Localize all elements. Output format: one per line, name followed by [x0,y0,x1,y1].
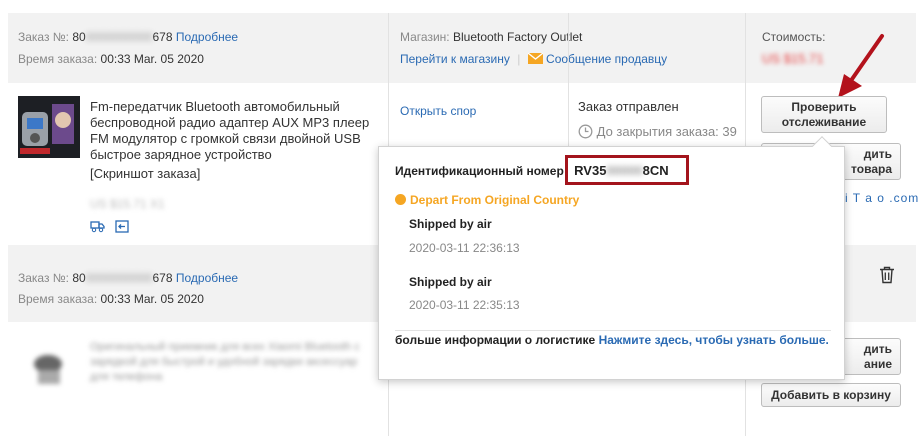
order-number-prefix: 80 [72,30,86,44]
annotation-arrow-icon [838,34,884,98]
cost-value: US $15.71 [762,51,824,66]
product-image[interactable] [18,338,82,398]
open-dispute-link[interactable]: Открыть спор [400,104,476,118]
tracking-highlight-box [565,155,689,185]
order-screenshot-link[interactable]: [Скриншот заказа] [90,166,200,181]
product-price-quantity: US $15.71 X1 [90,197,165,211]
message-seller-link[interactable]: Сообщение продавцу [546,52,667,66]
order-time-label: Время заказа: [18,52,98,66]
tracking-event-time: 2020-03-11 22:35:13 [409,298,520,312]
status-dot-icon [395,194,406,205]
confirm-button-line2: ание [864,357,892,371]
confirm-button-line1: дить [863,342,892,356]
track-order-button[interactable]: Проверить отслеживание [761,96,887,133]
more-info-link[interactable]: Нажмите здесь, чтобы узнать больше. [599,333,829,347]
add-to-cart-button[interactable]: Добавить в корзину [761,383,901,407]
order-time-value: 00:33 Mar. 05 2020 [100,292,204,306]
order-number: Заказ №: 800000000000678 Подробнее [18,30,238,44]
order-number-hidden: 0000000000 [85,30,153,44]
brand-snippet: i T a o .com [845,191,920,205]
product-title[interactable]: Оригинальный приемник для всех Xiaomi Bl… [90,340,370,385]
shipment-status: Depart From Original Country [395,193,579,207]
product-image[interactable] [18,96,80,158]
confirm-button-line1: дить [863,147,892,161]
order-header [8,13,916,83]
return-icon[interactable] [115,220,130,236]
product-title[interactable]: Fm-передатчик Bluetooth автомобильный бе… [90,99,384,163]
order-number-suffix: 678 [152,271,173,285]
order-number-prefix: 80 [72,271,86,285]
tracking-event-title: Shipped by air [409,275,492,289]
order-time: Время заказа: 00:33 Mar. 05 2020 [18,292,204,306]
tracking-number-label: Идентификационный номер: [395,164,568,178]
popup-divider [395,330,831,331]
countdown: До закрытия заказа: 39 [578,124,744,142]
store-separator: | [517,52,521,66]
countdown-text: До закрытия заказа: 39 [596,124,737,139]
store-actions: Перейти к магазину | Сообщение продавцу [400,52,667,66]
trash-icon[interactable] [879,266,895,287]
store-label: Магазин: [400,30,450,44]
clock-icon [578,124,593,142]
confirm-button-line2: товара [851,162,892,176]
tracking-event-title: Shipped by air [409,217,492,231]
more-info-label: больше информации о логистике [395,333,596,347]
order-time-label: Время заказа: [18,292,98,306]
go-to-store-link[interactable]: Перейти к магазину [400,52,510,66]
order-status: Заказ отправлен [578,99,679,114]
store-name: Bluetooth Factory Outlet [452,30,583,44]
shipment-status-text: Depart From Original Country [410,193,580,207]
order-time: Время заказа: 00:33 Mar. 05 2020 [18,52,204,66]
store-info: Магазин: Bluetooth Factory Outlet [400,30,582,44]
delivery-truck-icon[interactable] [90,220,105,236]
cost-label: Стоимость: [762,30,826,44]
order-number-hidden: 0000000000 [85,271,153,285]
tracking-event-time: 2020-03-11 22:36:13 [409,241,520,255]
order-details-link[interactable]: Подробнее [176,271,238,285]
order-time-value: 00:33 Mar. 05 2020 [100,52,204,66]
order-number-label: Заказ №: [18,30,70,44]
logistics-more-info: больше информации о логистике Нажмите зд… [395,333,829,347]
tracking-popup: Идентификационный номер: RV35000008CN De… [378,136,845,380]
order-number-suffix: 678 [152,30,173,44]
order-number: Заказ №: 800000000000678 Подробнее [18,271,238,285]
popup-caret [812,136,832,156]
order-details-link[interactable]: Подробнее [176,30,238,44]
order-number-label: Заказ №: [18,271,70,285]
envelope-icon [527,53,543,64]
